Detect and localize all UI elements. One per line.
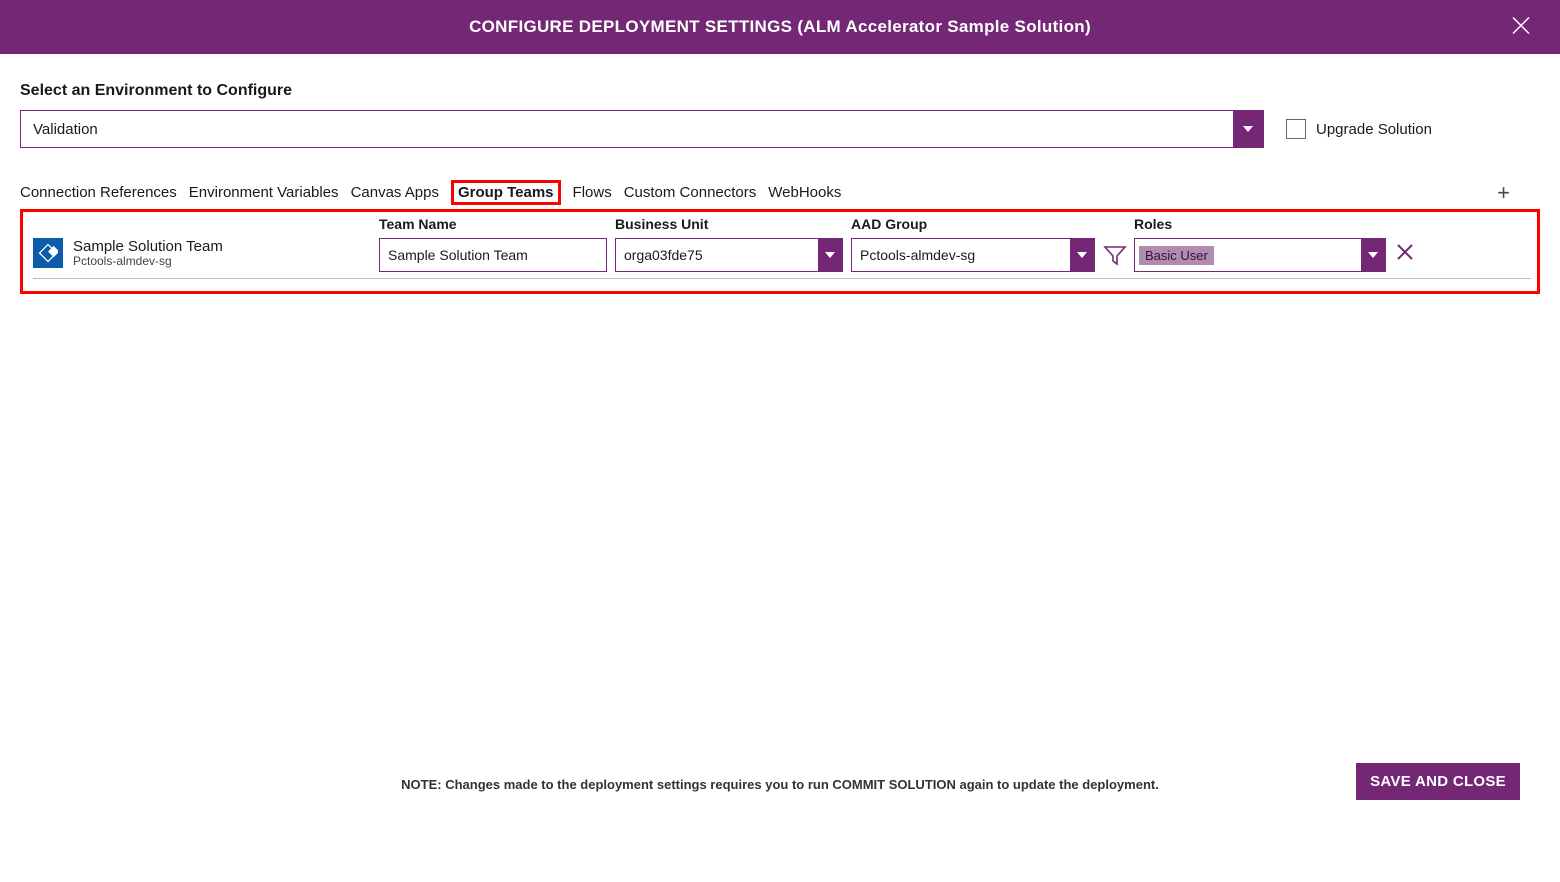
upgrade-solution-checkbox-wrap: Upgrade Solution — [1286, 119, 1432, 139]
tab-flows[interactable]: Flows — [573, 182, 612, 203]
filter-icon[interactable] — [1102, 242, 1128, 271]
tabs-row: Connection References Environment Variab… — [20, 180, 1540, 205]
group-teams-grid: Sample Solution Team Pctools-almdev-sg T… — [20, 209, 1540, 294]
environment-dropdown[interactable]: Validation — [20, 110, 1264, 148]
delete-row-icon[interactable] — [1395, 242, 1415, 265]
role-chip: Basic User — [1139, 246, 1214, 265]
tab-custom-connectors[interactable]: Custom Connectors — [624, 182, 757, 203]
business-unit-dropdown[interactable]: orga03fde75 — [615, 238, 843, 272]
add-row-icon[interactable]: + — [1497, 180, 1510, 206]
header-aad-group: AAD Group — [851, 216, 1098, 232]
business-unit-value: orga03fde75 — [616, 247, 818, 263]
team-identity-cell: Sample Solution Team Pctools-almdev-sg — [33, 216, 379, 268]
save-and-close-button[interactable]: SAVE AND CLOSE — [1356, 763, 1520, 800]
tab-group-teams[interactable]: Group Teams — [451, 180, 561, 205]
environment-row: Validation Upgrade Solution — [20, 110, 1540, 148]
table-row: Sample Solution Team Pctools-almdev-sg T… — [33, 216, 1531, 272]
upgrade-solution-checkbox[interactable] — [1286, 119, 1306, 139]
team-display-sub: Pctools-almdev-sg — [73, 254, 223, 268]
chevron-down-icon[interactable] — [1361, 239, 1385, 271]
chevron-down-icon[interactable] — [1070, 239, 1094, 271]
col-team-name: Team Name Sample Solution Team — [379, 216, 615, 272]
close-icon[interactable] — [1510, 15, 1532, 40]
col-business-unit: Business Unit orga03fde75 — [615, 216, 851, 272]
team-name-input[interactable]: Sample Solution Team — [379, 238, 607, 272]
header-team-name: Team Name — [379, 216, 615, 232]
team-identity-text: Sample Solution Team Pctools-almdev-sg — [73, 238, 223, 268]
content-area: Select an Environment to Configure Valid… — [0, 54, 1560, 294]
filter-icon-cell — [1098, 216, 1132, 271]
chevron-down-icon[interactable] — [818, 239, 842, 271]
environment-label: Select an Environment to Configure — [20, 82, 1540, 100]
team-display-title: Sample Solution Team — [73, 238, 223, 255]
delete-row-cell — [1388, 216, 1422, 265]
roles-dropdown[interactable]: Basic User — [1134, 238, 1386, 272]
modal-header: CONFIGURE DEPLOYMENT SETTINGS (ALM Accel… — [0, 0, 1560, 54]
footer-note: NOTE: Changes made to the deployment set… — [0, 777, 1560, 792]
aad-group-value: Pctools-almdev-sg — [852, 247, 1070, 263]
modal-title: CONFIGURE DEPLOYMENT SETTINGS (ALM Accel… — [469, 17, 1091, 37]
tab-connection-references[interactable]: Connection References — [20, 182, 177, 203]
col-roles: Roles Basic User — [1134, 216, 1388, 272]
aad-group-dropdown[interactable]: Pctools-almdev-sg — [851, 238, 1095, 272]
team-name-value: Sample Solution Team — [388, 247, 528, 263]
header-roles: Roles — [1134, 216, 1388, 232]
col-aad-group: AAD Group Pctools-almdev-sg — [851, 216, 1098, 272]
tab-canvas-apps[interactable]: Canvas Apps — [351, 182, 439, 203]
row-divider — [33, 278, 1531, 279]
header-business-unit: Business Unit — [615, 216, 851, 232]
environment-dropdown-value: Validation — [21, 121, 1233, 138]
tab-webhooks[interactable]: WebHooks — [768, 182, 841, 203]
upgrade-solution-label: Upgrade Solution — [1316, 121, 1432, 138]
roles-value-wrap: Basic User — [1135, 246, 1361, 265]
team-icon — [33, 238, 63, 268]
chevron-down-icon[interactable] — [1233, 111, 1263, 147]
tab-environment-variables[interactable]: Environment Variables — [189, 182, 339, 203]
